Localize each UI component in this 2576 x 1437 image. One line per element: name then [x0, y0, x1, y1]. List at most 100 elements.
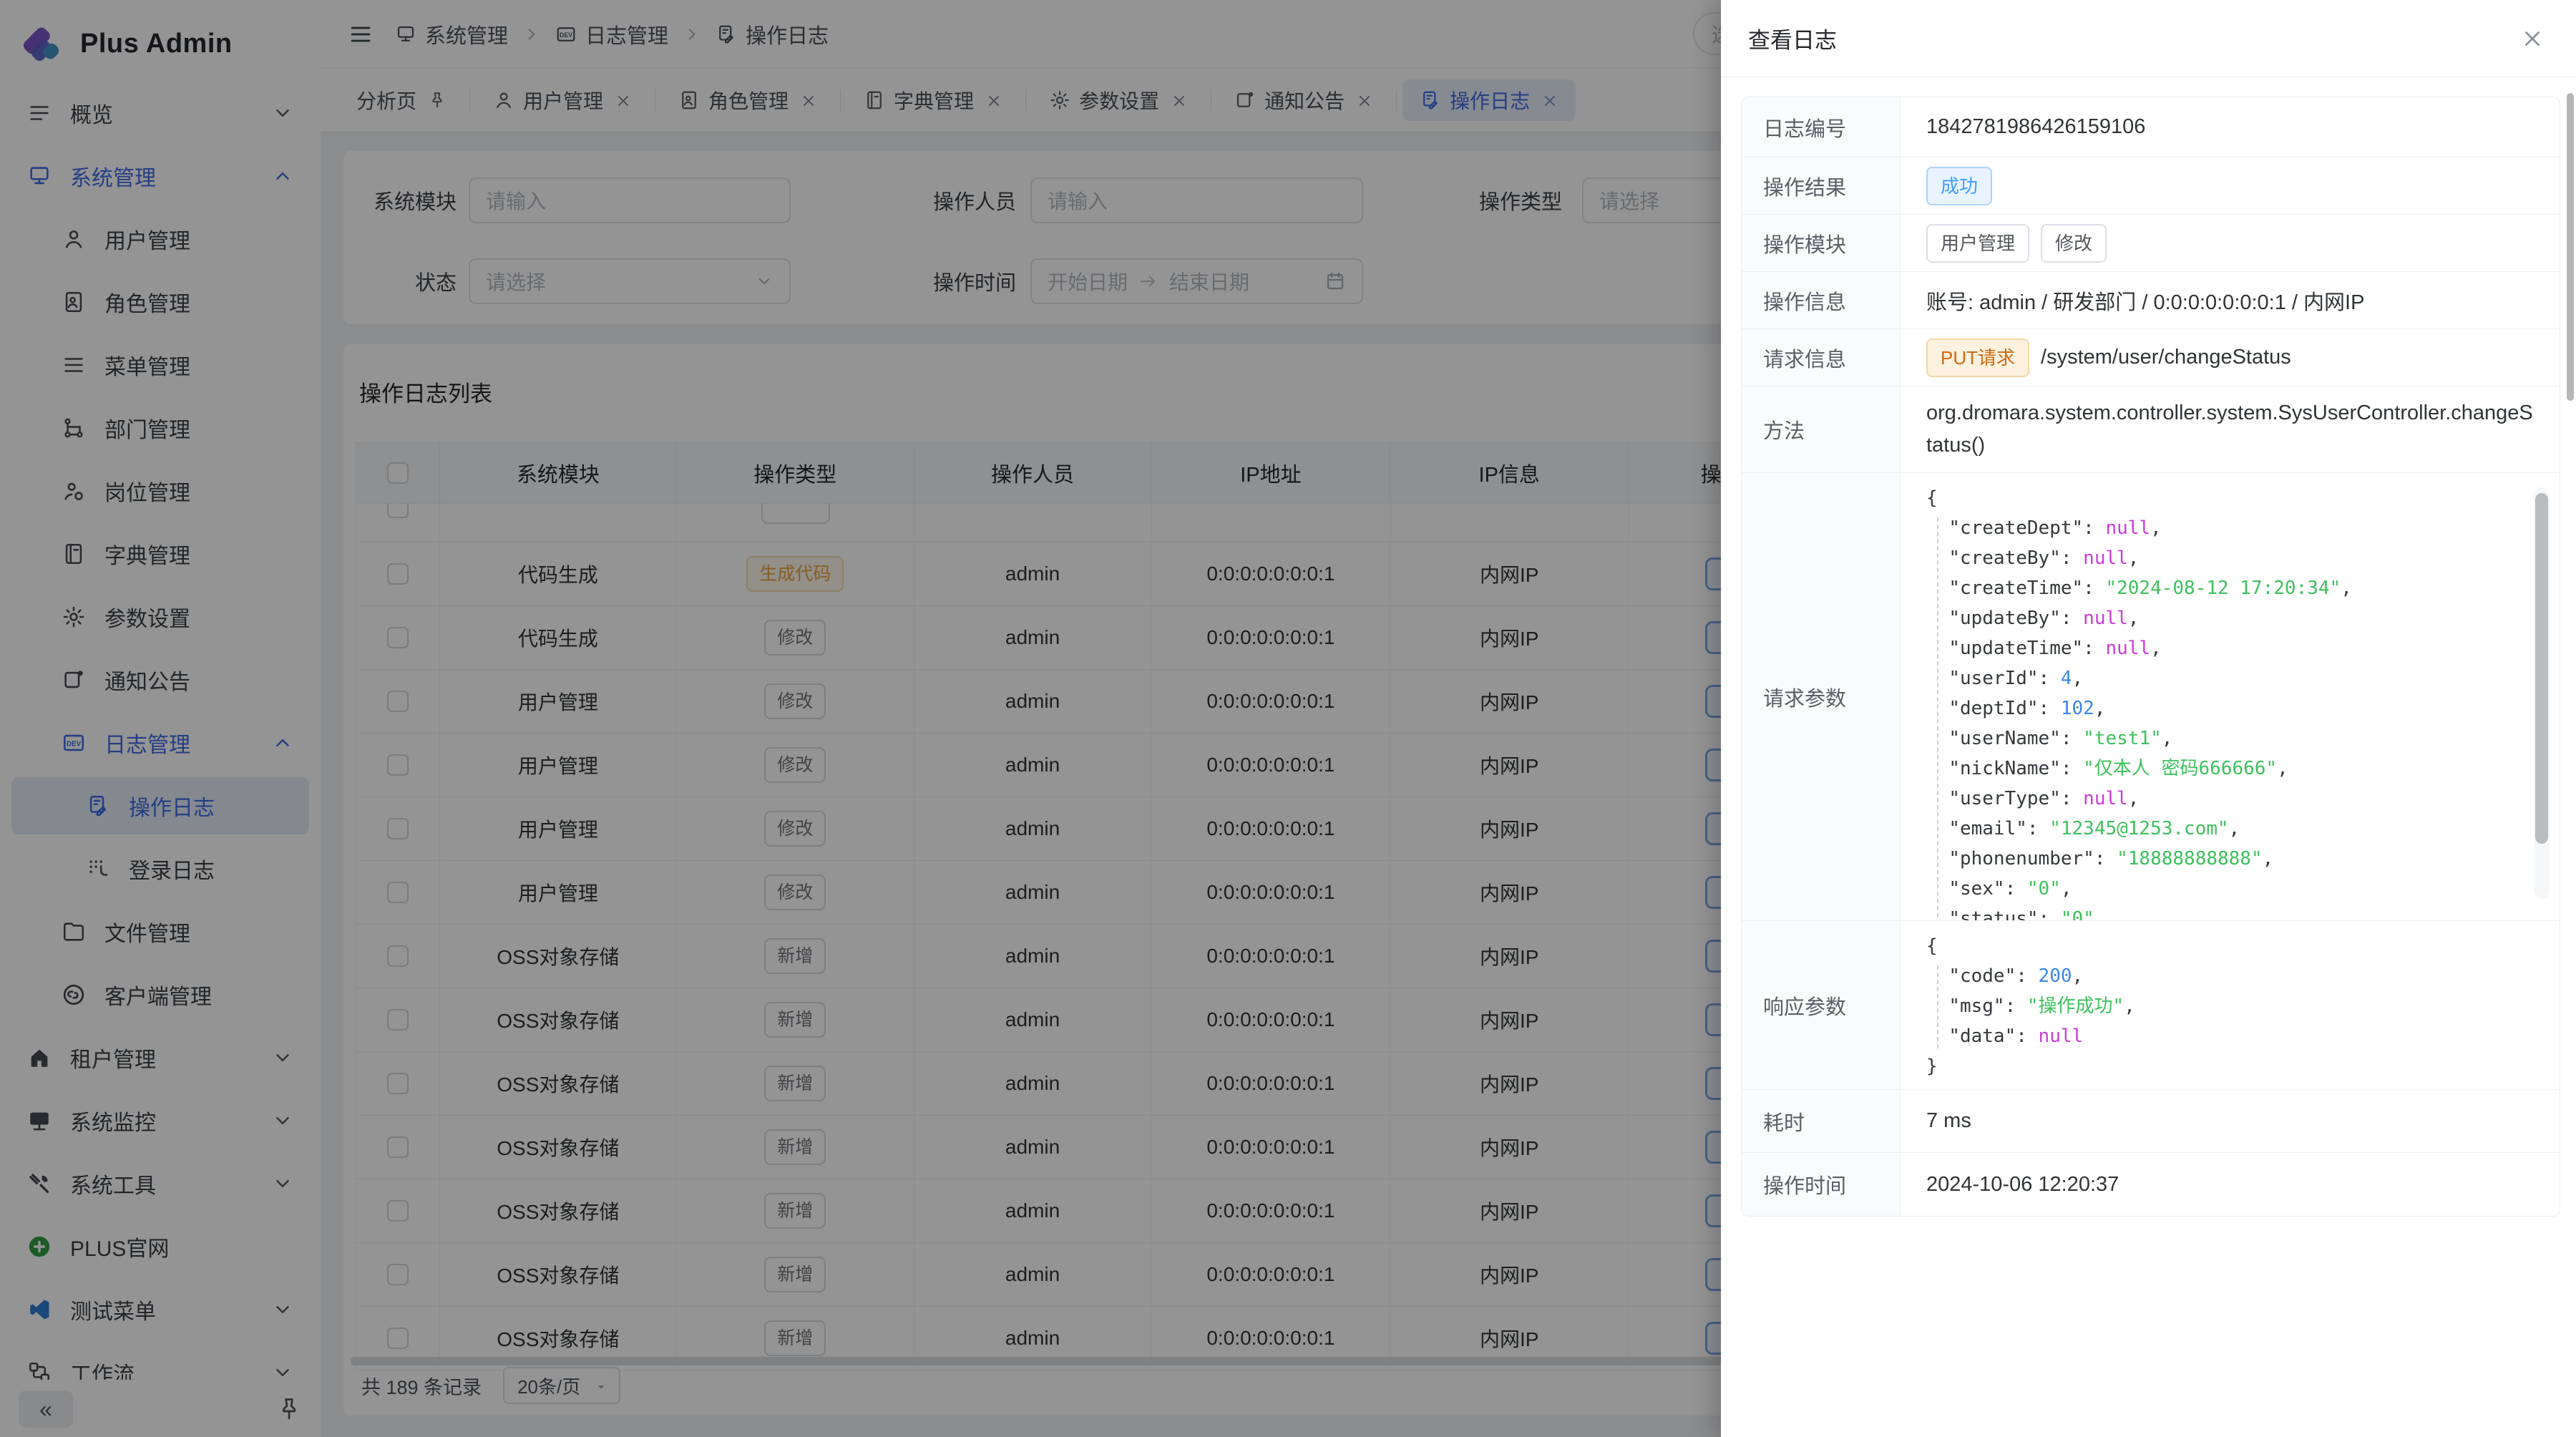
- code-key: "deptId": [1948, 698, 2038, 719]
- tag-plain: 修改: [2041, 224, 2107, 263]
- code-value: 102: [2061, 698, 2094, 719]
- code-line: "createBy": null,: [1926, 543, 2538, 573]
- code-punct: :: [2016, 1026, 2038, 1047]
- code-line: "updateBy": null,: [1926, 603, 2538, 633]
- detail-text-value: /system/user/changeStatus: [2041, 346, 2291, 369]
- code-key: "sex": [1948, 878, 2004, 900]
- detail-label: 操作时间: [1742, 1153, 1901, 1216]
- detail-value: 成功: [1901, 157, 2560, 214]
- code-line: {: [1926, 483, 2538, 513]
- detail-value: 1842781986426159106: [1901, 97, 2560, 157]
- code-value: "0": [2061, 908, 2094, 920]
- detail-text-value: 1842781986426159106: [1926, 115, 2145, 139]
- code-punct: ,: [2124, 995, 2135, 1017]
- detail-label-text: 方法: [1763, 414, 1805, 444]
- detail-value: PUT请求/system/user/changeStatus: [1901, 329, 2560, 386]
- detail-value: { "code": 200, "msg": "操作成功", "data": nu…: [1901, 921, 2560, 1089]
- code-line: "data": null: [1926, 1021, 2538, 1051]
- code-line: "phonenumber": "18888888888",: [1926, 844, 2538, 874]
- code-punct: ,: [2150, 517, 2162, 539]
- detail-row-op-time: 操作时间 2024-10-06 12:20:37: [1742, 1153, 2560, 1216]
- code-key: "msg": [1948, 995, 2004, 1017]
- drawer-header: 查看日志: [1721, 0, 2576, 77]
- code-punct: ,: [2072, 965, 2084, 987]
- code-value: null: [2039, 1026, 2084, 1047]
- detail-label-text: 操作结果: [1763, 171, 1846, 201]
- code-value: "0": [2027, 878, 2061, 900]
- detail-value: { "createDept": null, "createBy": null, …: [1901, 473, 2560, 920]
- detail-row-op-module: 操作模块 用户管理修改: [1742, 215, 2560, 272]
- code-value: null: [2083, 788, 2128, 809]
- code-punct: :: [2005, 878, 2027, 900]
- detail-row-cost: 耗时 7 ms: [1742, 1090, 2560, 1153]
- code-punct: :: [2083, 638, 2105, 659]
- code-line: "email": "12345@1253.com",: [1926, 814, 2538, 844]
- code-punct: ,: [2128, 608, 2140, 629]
- detail-label-text: 操作模块: [1763, 228, 1846, 258]
- detail-value: 账号: admin / 研发部门 / 0:0:0:0:0:0:0:1 / 内网I…: [1901, 272, 2560, 328]
- detail-label: 请求信息: [1742, 329, 1901, 386]
- code-line: "status": "0",: [1926, 904, 2538, 920]
- code-punct: ,: [2162, 728, 2173, 749]
- detail-label-text: 日志编号: [1763, 112, 1846, 142]
- code-key: "userId": [1948, 668, 2038, 689]
- code-key: "status": [1948, 908, 2038, 920]
- code-punct: :: [2027, 818, 2049, 839]
- code-value: 4: [2061, 668, 2072, 689]
- code-line: "nickName": "仅本人 密码666666",: [1926, 754, 2538, 784]
- code-line: "createTime": "2024-08-12 17:20:34",: [1926, 573, 2538, 603]
- close-icon[interactable]: [2520, 26, 2545, 51]
- code-line: "deptId": 102,: [1926, 693, 2538, 724]
- code-punct: ,: [2072, 668, 2084, 689]
- detail-label: 操作模块: [1742, 215, 1901, 271]
- code-value: null: [2083, 608, 2128, 629]
- tag-plain: 用户管理: [1926, 224, 2029, 263]
- detail-value: 用户管理修改: [1901, 215, 2560, 271]
- code-punct: :: [2061, 547, 2083, 569]
- code-value: null: [2083, 547, 2128, 569]
- code-punct: :: [2039, 668, 2061, 689]
- code-punct: :: [2083, 578, 2105, 599]
- code-value: "操作成功": [2027, 995, 2124, 1017]
- code-value: "仅本人 密码666666": [2083, 758, 2277, 779]
- code-punct: :: [2039, 698, 2061, 719]
- code-line: "userName": "test1",: [1926, 724, 2538, 754]
- code-punct: ,: [2150, 638, 2162, 659]
- detail-label-text: 耗时: [1763, 1106, 1805, 1136]
- code-line: }: [1926, 1051, 2538, 1081]
- json-code-block: { "createDept": null, "createBy": null, …: [1926, 483, 2538, 920]
- detail-row-req-params: 请求参数{ "createDept": null, "createBy": nu…: [1742, 473, 2560, 921]
- detail-label-text: 响应参数: [1763, 990, 1846, 1020]
- code-punct: ,: [2128, 547, 2140, 569]
- drawer-scrollbar[interactable]: [2567, 93, 2574, 401]
- code-key: "userName": [1948, 728, 2061, 749]
- code-value: "18888888888": [2117, 848, 2263, 869]
- code-key: "updateBy": [1948, 608, 2061, 629]
- code-punct: :: [2016, 965, 2038, 987]
- code-key: "email": [1948, 818, 2027, 839]
- detail-value: 7 ms: [1901, 1090, 2560, 1152]
- code-line: "updateTime": null,: [1926, 633, 2538, 663]
- code-line: {: [1926, 931, 2538, 961]
- code-punct: ,: [2277, 758, 2288, 779]
- detail-label: 耗时: [1742, 1090, 1901, 1152]
- code-value: "2024-08-12 17:20:34": [2105, 578, 2341, 599]
- code-key: "createBy": [1948, 547, 2061, 569]
- code-key: "updateTime": [1948, 638, 2083, 659]
- code-line: "code": 200,: [1926, 961, 2538, 991]
- detail-label: 请求参数: [1742, 473, 1901, 920]
- detail-row-log-id: 日志编号 1842781986426159106: [1742, 97, 2560, 157]
- code-punct: ,: [2263, 848, 2274, 869]
- detail-label-text: 操作时间: [1763, 1169, 1846, 1199]
- detail-row-method: 方法org.dromara.system.controller.system.S…: [1742, 386, 2560, 473]
- detail-text-value: 2024-10-06 12:20:37: [1926, 1173, 2119, 1197]
- detail-row-op-result: 操作结果 成功: [1742, 157, 2560, 215]
- detail-text-value: 账号: admin / 研发部门 / 0:0:0:0:0:0:0:1 / 内网I…: [1926, 286, 2364, 316]
- drawer-title: 查看日志: [1748, 22, 1837, 54]
- code-punct: ,: [2094, 698, 2106, 719]
- code-value: null: [2105, 517, 2150, 539]
- code-punct: :: [2005, 995, 2027, 1017]
- code-key: "phonenumber": [1948, 848, 2094, 869]
- code-value: null: [2105, 638, 2150, 659]
- code-punct: :: [2061, 608, 2083, 629]
